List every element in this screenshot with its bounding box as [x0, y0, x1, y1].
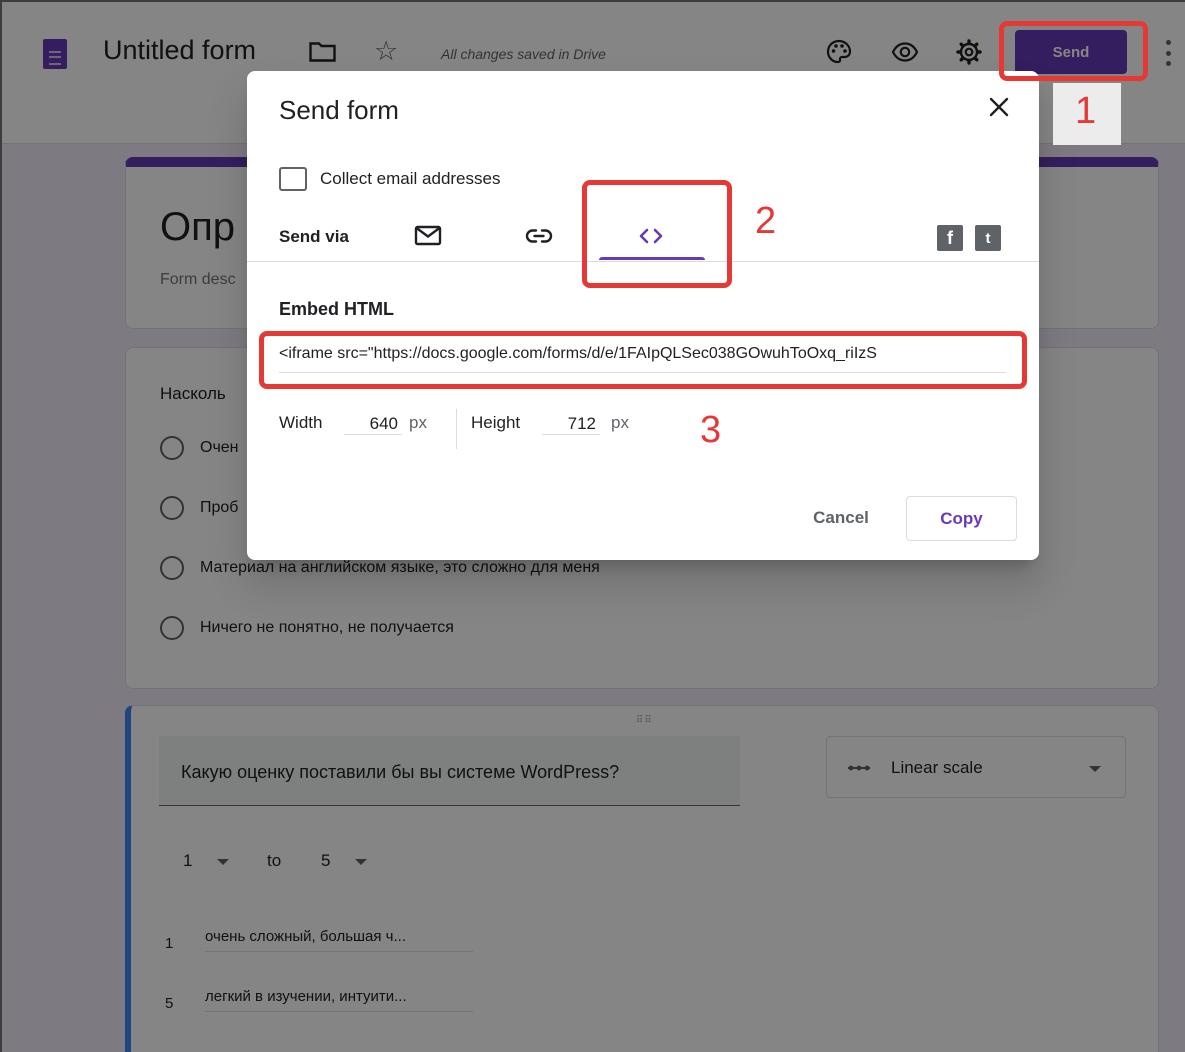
annotation-box-embed-code	[259, 331, 1027, 389]
collect-email-checkbox[interactable]	[279, 167, 307, 191]
annotation-number-2: 2	[755, 200, 777, 242]
width-unit: px	[409, 413, 427, 432]
annotation-box-embed-tab	[582, 180, 732, 288]
send-via-label: Send via	[279, 227, 349, 246]
collect-email-row[interactable]: Collect email addresses	[279, 167, 500, 191]
send-form-dialog: Send form Collect email addresses Send v…	[247, 71, 1039, 560]
annotation-number-3: 3	[700, 409, 722, 451]
collect-email-label: Collect email addresses	[320, 169, 501, 188]
height-input[interactable]: 712	[542, 407, 600, 435]
cancel-button[interactable]: Cancel	[795, 497, 887, 539]
link-icon[interactable]	[524, 221, 554, 251]
width-input[interactable]: 640	[344, 407, 402, 435]
embed-html-heading: Embed HTML	[279, 299, 394, 319]
close-icon[interactable]	[987, 95, 1011, 119]
facebook-icon[interactable]: f	[937, 225, 963, 251]
twitter-icon[interactable]: t	[975, 225, 1001, 251]
copy-button[interactable]: Copy	[906, 496, 1017, 541]
dimension-divider	[456, 409, 457, 449]
dialog-title: Send form	[279, 95, 399, 125]
height-unit: px	[611, 413, 629, 432]
annotation-number-1: 1	[1075, 90, 1097, 132]
screenshot-frame: Untitled form ☆ All changes saved in Dri…	[0, 0, 1185, 1052]
height-label: Height	[471, 413, 521, 432]
email-icon[interactable]	[413, 221, 443, 251]
width-label: Width	[279, 413, 323, 432]
annotation-box-send	[999, 21, 1148, 81]
